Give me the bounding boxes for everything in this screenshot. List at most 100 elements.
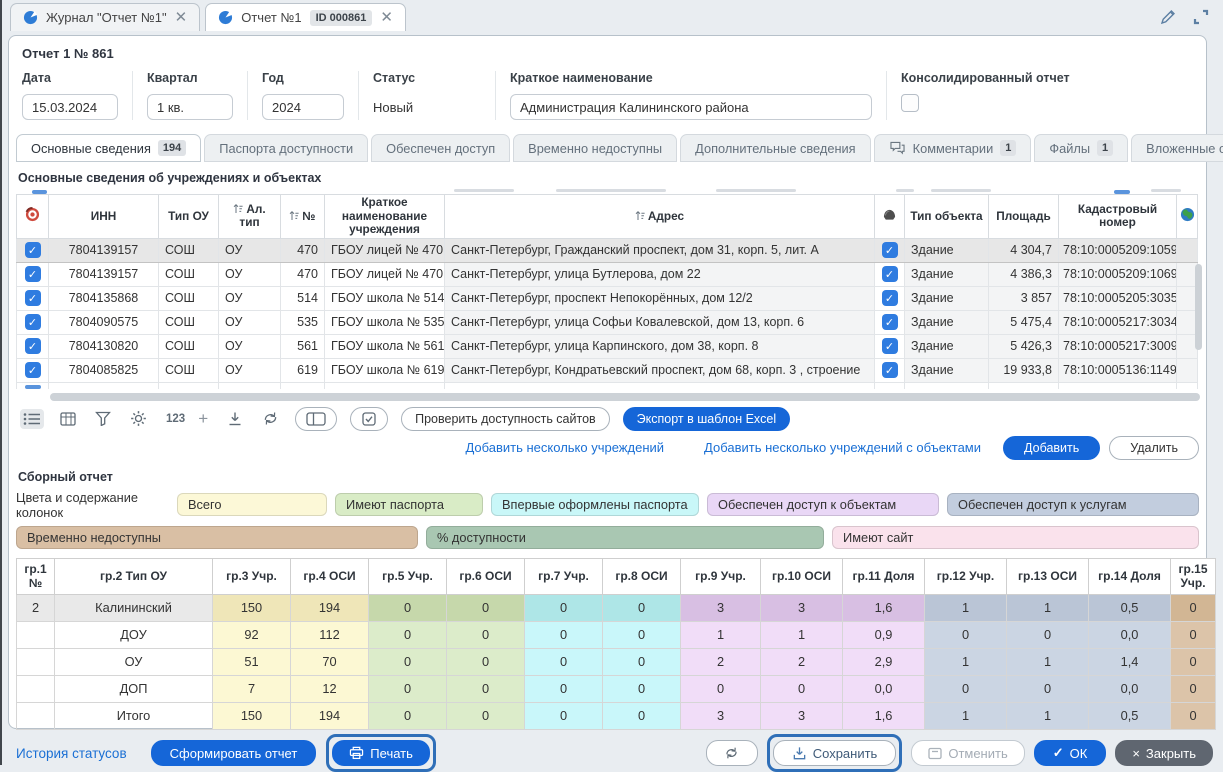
- cell-al-type: ОУ: [219, 262, 281, 286]
- section-tab-label: Комментарии: [913, 141, 994, 156]
- table-row[interactable]: ✓7804135868СОШОУ514ГБОУ школа № 514Санкт…: [17, 286, 1198, 310]
- check-sites-button[interactable]: Проверить доступность сайтов: [401, 407, 610, 431]
- numbers-toggle[interactable]: 123: [163, 410, 188, 428]
- report-panel: Отчет 1 № 861 Дата 15.03.2024 Квартал 1 …: [8, 35, 1207, 729]
- cancel-label: Отменить: [948, 746, 1007, 761]
- cell-cadastre: 78:10:0005209:1059: [1059, 238, 1177, 262]
- column-header[interactable]: [1177, 195, 1198, 239]
- cell-group-num: 2: [17, 594, 55, 621]
- multi-select-button[interactable]: [350, 407, 388, 431]
- row-checkbox[interactable]: ✓: [882, 242, 898, 258]
- cell-ou-type: ДОП: [55, 675, 213, 702]
- table-row[interactable]: ✓7804130820СОШОУ561ГБОУ школа № 561Санкт…: [17, 334, 1198, 358]
- vertical-scrollbar[interactable]: [1195, 264, 1202, 350]
- section-tab-2[interactable]: Обеспечен доступ: [371, 134, 510, 162]
- close-icon[interactable]: ✕: [380, 10, 393, 25]
- summary-row[interactable]: Итого1501940000331,6110,50: [17, 702, 1216, 729]
- column-header[interactable]: Площадь: [989, 195, 1059, 239]
- plus-icon[interactable]: +: [195, 406, 211, 432]
- tab-label: Отчет №1: [241, 10, 301, 25]
- tab-count-badge: 1: [1097, 140, 1113, 156]
- column-header[interactable]: Кадастровый номер: [1059, 195, 1177, 239]
- horizontal-scrollbar[interactable]: [50, 393, 1200, 401]
- column-header[interactable]: Адрес: [445, 195, 875, 239]
- table-row[interactable]: ✓7804139157СОШОУ470ГБОУ лицей № 470Санкт…: [17, 238, 1198, 262]
- summary-value: 3: [681, 594, 761, 621]
- edit-pencil-icon[interactable]: [1159, 8, 1177, 26]
- row-checkbox[interactable]: ✓: [25, 314, 41, 330]
- summary-row[interactable]: 2Калининский1501940000331,6110,50: [17, 594, 1216, 621]
- export-excel-button[interactable]: Экспорт в шаблон Excel: [623, 407, 790, 431]
- column-header[interactable]: [17, 195, 49, 239]
- tab-report1[interactable]: Отчет №1 ID 000861 ✕: [205, 3, 406, 31]
- section-tab-7[interactable]: Вложенные отчеты: [1131, 134, 1223, 162]
- collapse-icon[interactable]: [1193, 9, 1209, 25]
- generate-report-button[interactable]: Сформировать отчет: [151, 740, 317, 766]
- gear-icon[interactable]: [127, 407, 150, 430]
- table-row[interactable]: ✓7804085825СОШОУ619ГБОУ школа № 619Санкт…: [17, 358, 1198, 382]
- row-checkbox[interactable]: ✓: [882, 314, 898, 330]
- row-checkbox[interactable]: ✓: [25, 362, 41, 378]
- summary-row[interactable]: ДОП7120000000,0000,00: [17, 675, 1216, 702]
- consolidated-checkbox[interactable]: [901, 94, 919, 112]
- column-header[interactable]: [875, 195, 905, 239]
- section-tab-0[interactable]: Основные сведения194: [16, 134, 201, 162]
- add-button[interactable]: Добавить: [1003, 436, 1100, 460]
- year-input[interactable]: 2024: [262, 94, 344, 120]
- column-header[interactable]: Ал. тип: [219, 195, 281, 239]
- save-button[interactable]: Сохранить: [773, 740, 897, 766]
- close-icon[interactable]: ✕: [175, 10, 188, 25]
- summary-row[interactable]: ОУ51700000222,9111,40: [17, 648, 1216, 675]
- cancel-button[interactable]: Отменить: [911, 740, 1024, 766]
- section-tab-6[interactable]: Файлы1: [1034, 134, 1128, 162]
- grid-view-icon[interactable]: [57, 409, 79, 429]
- filter-icon[interactable]: [92, 408, 114, 429]
- column-header[interactable]: Тип ОУ: [159, 195, 219, 239]
- row-checkbox[interactable]: ✓: [882, 362, 898, 378]
- summary-value: 0: [681, 675, 761, 702]
- status-value: Новый: [373, 94, 481, 120]
- panel-split-button[interactable]: [295, 407, 337, 431]
- ok-button[interactable]: ✓ ОК: [1034, 740, 1107, 766]
- row-checkbox[interactable]: ✓: [25, 242, 41, 258]
- row-checkbox[interactable]: ✓: [25, 290, 41, 306]
- summary-row[interactable]: ДОУ921120000110,9000,00: [17, 621, 1216, 648]
- list-view-icon[interactable]: [20, 409, 44, 429]
- row-checkbox[interactable]: ✓: [882, 338, 898, 354]
- section-tab-5[interactable]: Комментарии1: [874, 134, 1032, 162]
- row-checkbox[interactable]: ✓: [882, 266, 898, 282]
- short-name-input[interactable]: Администрация Калининского района: [510, 94, 872, 120]
- row-checkbox[interactable]: ✓: [25, 338, 41, 354]
- column-header[interactable]: Краткое наименование учреждения: [325, 195, 445, 239]
- row-checkbox[interactable]: ✓: [25, 266, 41, 282]
- tab-journal-report1[interactable]: Журнал "Отчет №1" ✕: [10, 3, 200, 31]
- quarter-input[interactable]: 1 кв.: [147, 94, 233, 120]
- print-button[interactable]: Печать: [332, 740, 430, 766]
- column-header[interactable]: ИНН: [49, 195, 159, 239]
- section-tab-3[interactable]: Временно недоступны: [513, 134, 677, 162]
- object-icon: [882, 208, 897, 221]
- table-row[interactable]: ✓7804139157СОШОУ470ГБОУ лицей № 470Санкт…: [17, 262, 1198, 286]
- sync-button[interactable]: [706, 740, 758, 766]
- field-year: Год 2024: [262, 71, 359, 120]
- summary-value: 150: [213, 594, 291, 621]
- summary-value: 0,0: [1089, 675, 1171, 702]
- section-tab-4[interactable]: Дополнительные сведения: [680, 134, 870, 162]
- add-many-objects-link[interactable]: Добавить несколько учреждений с объектам…: [704, 440, 981, 455]
- date-input[interactable]: 15.03.2024: [22, 94, 118, 120]
- column-header[interactable]: Тип объекта: [905, 195, 989, 239]
- status-history-link[interactable]: История статусов: [16, 746, 127, 761]
- delete-button[interactable]: Удалить: [1109, 436, 1199, 460]
- row-checkbox[interactable]: ✓: [882, 290, 898, 306]
- download-icon[interactable]: [224, 408, 246, 430]
- table-row[interactable]: ✓7804090575СОШОУ535ГБОУ школа № 535Санкт…: [17, 310, 1198, 334]
- column-header[interactable]: №: [281, 195, 325, 239]
- tab-count-badge: 194: [158, 140, 186, 156]
- cell-ou-type: Калининский: [55, 594, 213, 621]
- summary-value: 0: [447, 702, 525, 729]
- summary-column-header: гр.9 Учр.: [681, 558, 761, 594]
- refresh-icon[interactable]: [259, 408, 282, 429]
- add-many-link[interactable]: Добавить несколько учреждений: [465, 440, 664, 455]
- section-tab-1[interactable]: Паспорта доступности: [204, 134, 368, 162]
- close-button[interactable]: × Закрыть: [1115, 740, 1213, 766]
